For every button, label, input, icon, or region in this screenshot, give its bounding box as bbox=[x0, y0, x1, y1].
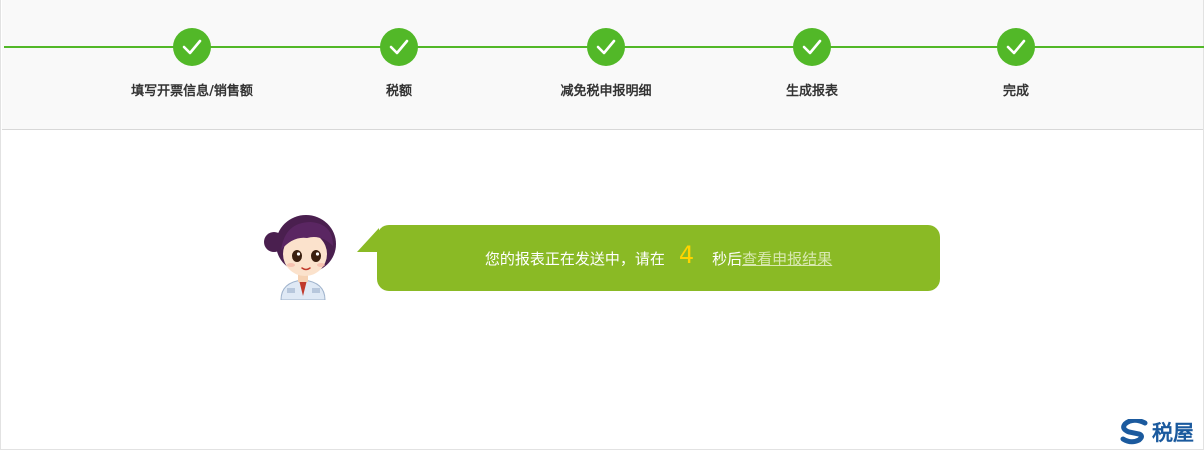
step-label: 生成报表 bbox=[785, 84, 838, 99]
message-text: 您的报表正在发送中，请在 bbox=[484, 249, 665, 268]
step-label: 税额 bbox=[385, 84, 412, 99]
step-2: 税额 bbox=[289, 0, 509, 120]
check-icon bbox=[793, 28, 831, 66]
check-icon bbox=[997, 28, 1035, 66]
message-suffix: 秒后 bbox=[712, 249, 743, 268]
step-5: 完成 bbox=[906, 0, 1126, 120]
brand-name: 税屋 bbox=[1152, 421, 1194, 445]
brand-watermark: 税屋 bbox=[1119, 417, 1194, 447]
countdown-number: 4 bbox=[678, 241, 695, 269]
check-icon bbox=[587, 28, 625, 66]
step-3: 减免税申报明细 bbox=[496, 0, 716, 120]
step-label: 完成 bbox=[1002, 84, 1029, 99]
step-label: 减免税申报明细 bbox=[560, 84, 652, 99]
step-1: 填写开票信息/销售额 bbox=[82, 0, 302, 120]
page-frame: 填写开票信息/销售额 税额 减免税申报明细 生成报表 完成 您的报表正在发送中，… bbox=[0, 0, 1204, 450]
step-4: 生成报表 bbox=[702, 0, 922, 120]
check-icon bbox=[380, 28, 418, 66]
steps-bar: 填写开票信息/销售额 税额 减免税申报明细 生成报表 完成 bbox=[2, 0, 1204, 130]
step-label: 填写开票信息/销售额 bbox=[131, 84, 253, 99]
view-result-link[interactable]: 查看申报结果 bbox=[742, 248, 832, 269]
shuiwu-logo-icon bbox=[1120, 419, 1148, 445]
speech-bubble-tail bbox=[357, 228, 379, 252]
check-icon bbox=[173, 28, 211, 66]
status-message-bubble: 您的报表正在发送中，请在 4 秒后 查看申报结果 bbox=[377, 225, 940, 291]
mascot-illustration bbox=[264, 215, 336, 300]
